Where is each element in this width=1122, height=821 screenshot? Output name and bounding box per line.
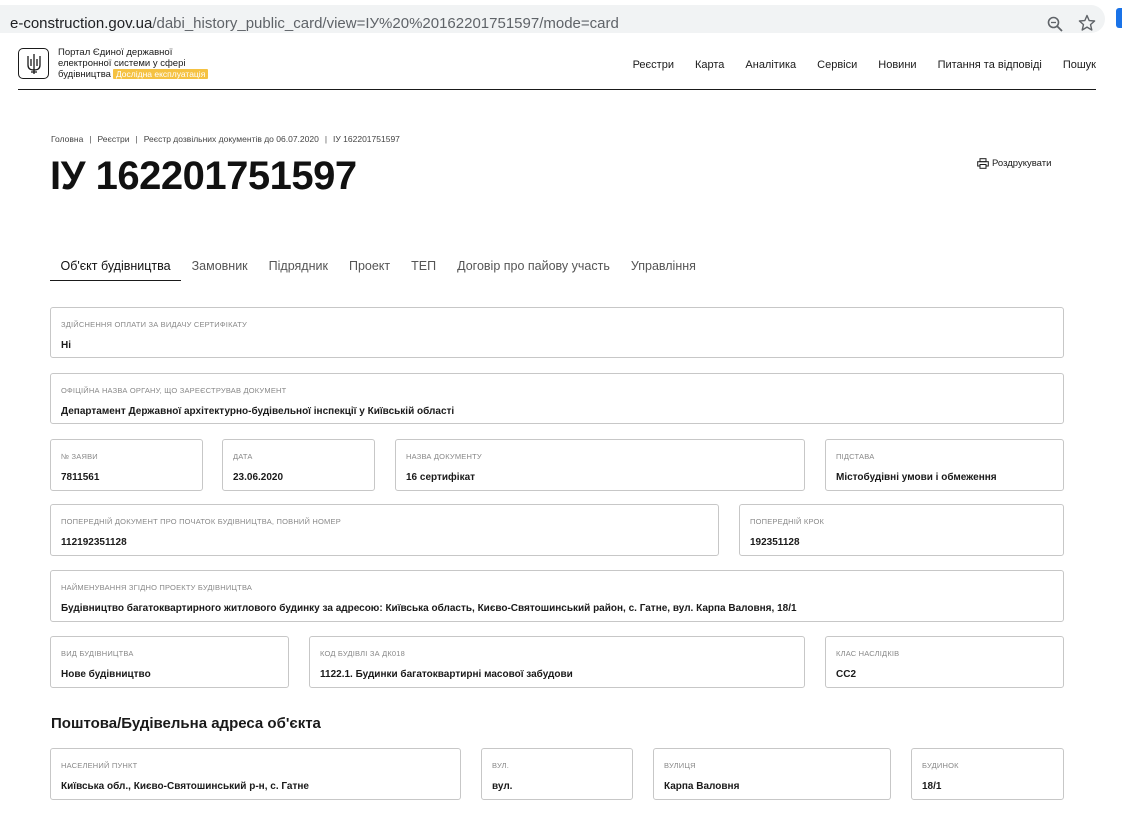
field-value: 7811561	[61, 472, 100, 483]
url-text[interactable]: e-construction.gov.ua/dabi_history_publi…	[10, 15, 619, 32]
tab-construction-object[interactable]: Об'єкт будівництва	[50, 256, 182, 281]
field-project-name: Найменування згідно проекту будівництва …	[50, 570, 1064, 622]
brand-line-3: будівництва	[58, 69, 111, 80]
portal-brand[interactable]: Портал Єдиної державної електронної сист…	[58, 47, 238, 81]
field-authority: Офіційна назва органу, що зареєстрував д…	[50, 373, 1064, 424]
breadcrumb: Головна | Реєстри | Реєстр дозвільних докуме…	[51, 134, 400, 144]
field-label: № заяви	[61, 452, 98, 461]
field-label: Попередній крок	[750, 517, 825, 526]
address-bar[interactable]: e-construction.gov.ua/dabi_history_publi…	[0, 5, 1105, 33]
breadcrumb-registries[interactable]: Реєстри	[98, 134, 130, 144]
field-previous-step: Попередній крок 192351128	[739, 504, 1064, 556]
url-host: e-construction.gov.ua	[10, 15, 153, 32]
trident-logo-icon[interactable]	[18, 48, 49, 79]
field-previous-document: Попередній документ про початок будівниц…	[50, 504, 719, 556]
field-building-number: Будинок 18/1	[911, 748, 1064, 800]
field-value: 18/1	[922, 781, 942, 792]
field-label: Вулиця	[664, 761, 696, 770]
field-label: Підстава	[836, 452, 875, 461]
field-settlement: Населений пункт Київська обл., Києво-Свя…	[50, 748, 461, 800]
breadcrumb-current: ІУ 162201751597	[333, 134, 400, 144]
tab-customer[interactable]: Замовник	[181, 256, 258, 281]
tab-bar: Об'єкт будівництва Замовник Підрядник Пр…	[50, 256, 706, 281]
nav-services[interactable]: Сервіси	[817, 59, 857, 71]
field-value: Містобудівні умови і обмеження	[836, 472, 997, 483]
field-document-name: Назва документу 16 сертифікат	[395, 439, 805, 491]
field-application-number: № заяви 7811561	[50, 439, 203, 491]
field-label: Найменування згідно проекту будівництва	[61, 583, 253, 592]
field-label: Офіційна назва органу, що зареєстрував д…	[61, 386, 287, 395]
field-value: Нове будівництво	[61, 669, 151, 680]
nav-map[interactable]: Карта	[695, 59, 724, 71]
field-date: Дата 23.06.2020	[222, 439, 375, 491]
nav-registries[interactable]: Реєстри	[633, 59, 674, 71]
print-button[interactable]: Роздрукувати	[977, 158, 1051, 169]
breadcrumb-registry[interactable]: Реєстр дозвільних документів до 06.07.20…	[144, 134, 319, 144]
breadcrumb-home[interactable]: Головна	[51, 134, 83, 144]
field-label: Дата	[233, 452, 253, 461]
tab-management[interactable]: Управління	[620, 256, 706, 281]
field-value: Будівництво багатоквартирного житлового …	[61, 603, 797, 614]
field-value: Київська обл., Києво-Святошинський р-н, …	[61, 781, 309, 792]
brand-line-1: Портал Єдиної державної	[58, 47, 173, 58]
bookmark-star-icon[interactable]	[1078, 14, 1096, 32]
nav-analytics[interactable]: Аналітика	[745, 59, 796, 71]
tab-project[interactable]: Проект	[338, 256, 400, 281]
address-section-heading: Поштова/Будівельна адреса об'єкта	[51, 715, 321, 732]
field-street: Вулиця Карпа Валовня	[653, 748, 891, 800]
field-value: вул.	[492, 781, 513, 792]
field-value: Департамент Державної архітектурно-будів…	[61, 406, 455, 417]
field-value: 16 сертифікат	[406, 472, 476, 483]
tab-tep[interactable]: ТЕП	[401, 256, 447, 281]
site-header: Портал Єдиної державної електронної сист…	[18, 38, 1096, 90]
nav-news[interactable]: Новини	[878, 59, 916, 71]
field-value: Ні	[61, 340, 71, 351]
extension-icon[interactable]	[1116, 8, 1122, 28]
field-value: 23.06.2020	[233, 472, 284, 483]
page-title: ІУ 162201751597	[50, 154, 357, 198]
beta-badge: Дослідна експлуатація	[112, 69, 209, 79]
field-label: Населений пункт	[61, 761, 138, 770]
url-path: /dabi_history_public_card/view=ІУ%20%201…	[152, 15, 619, 32]
nav-faq[interactable]: Питання та відповіді	[938, 59, 1042, 71]
browser-url-bar: e-construction.gov.ua/dabi_history_publi…	[0, 0, 1122, 37]
field-label: Будинок	[922, 761, 959, 770]
main-nav: Реєстри Карта Аналітика Сервіси Новини П…	[612, 59, 1096, 71]
field-value: 112192351128	[61, 537, 127, 548]
nav-search[interactable]: Пошук	[1063, 59, 1096, 71]
field-value: СС2	[836, 669, 857, 680]
field-consequence-class: Клас наслідків СС2	[825, 636, 1064, 688]
field-label: Код будівлі за ДК018	[320, 649, 406, 658]
zoom-icon[interactable]	[1046, 15, 1064, 33]
field-value: 1122.1. Будинки багатоквартирні масової …	[320, 669, 573, 680]
print-label: Роздрукувати	[992, 158, 1052, 169]
field-construction-type: Вид будівництва Нове будівництво	[50, 636, 289, 688]
tab-share-agreement[interactable]: Договір про пайову участь	[447, 256, 621, 281]
brand-line-2: електронної системи у сфері	[58, 57, 186, 69]
field-payment: Здійснення оплати за видачу сертифікату …	[50, 307, 1064, 358]
field-basis: Підстава Містобудівні умови і обмеження	[825, 439, 1064, 491]
field-value: Карпа Валовня	[664, 781, 740, 792]
field-label: Попередній документ про початок будівниц…	[61, 517, 341, 526]
tab-contractor[interactable]: Підрядник	[258, 256, 338, 281]
field-label: Здійснення оплати за видачу сертифікату	[61, 320, 247, 329]
field-value: 192351128	[750, 537, 800, 548]
field-label: Вид будівництва	[61, 649, 134, 658]
field-street-type: Вул. вул.	[481, 748, 633, 800]
field-label: Клас наслідків	[836, 649, 900, 658]
field-label: Вул.	[492, 761, 510, 770]
printer-icon	[977, 158, 989, 169]
field-label: Назва документу	[406, 452, 482, 461]
field-building-code: Код будівлі за ДК018 1122.1. Будинки баг…	[309, 636, 805, 688]
